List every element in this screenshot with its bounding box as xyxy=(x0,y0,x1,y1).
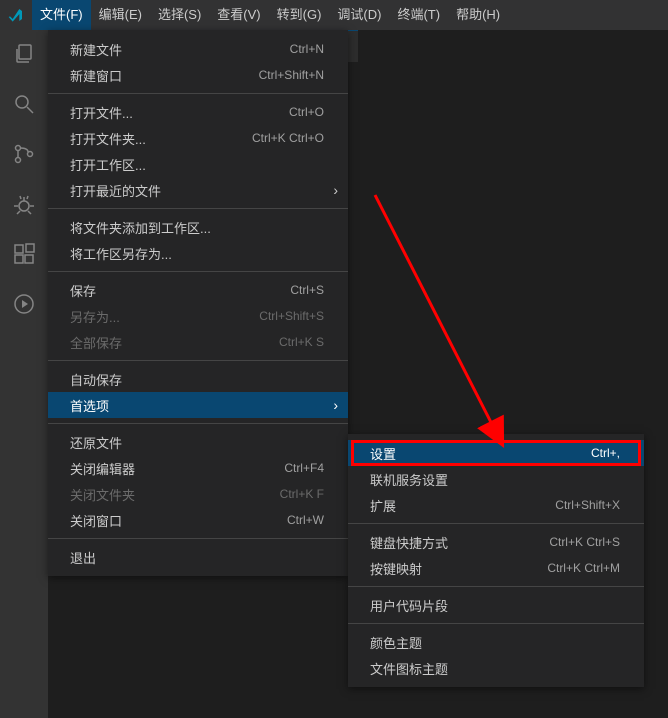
menuitem-new-file[interactable]: 新建文件 Ctrl+N xyxy=(48,36,348,62)
shortcut: Ctrl+K F xyxy=(280,487,324,501)
shortcut: Ctrl+F4 xyxy=(284,461,324,475)
menuitem-user-snippets[interactable]: 用户代码片段 xyxy=(348,592,644,618)
shortcut: Ctrl+, xyxy=(591,446,620,460)
label: 设置 xyxy=(370,444,396,463)
menuitem-new-window[interactable]: 新建窗口 Ctrl+Shift+N xyxy=(48,62,348,88)
label: 还原文件 xyxy=(70,433,122,452)
label: 新建文件 xyxy=(70,40,122,59)
menu-edit[interactable]: 编辑(E) xyxy=(91,0,150,30)
menu-terminal[interactable]: 终端(T) xyxy=(389,0,448,30)
label: 打开最近的文件 xyxy=(70,181,161,200)
menuitem-open-folder[interactable]: 打开文件夹... Ctrl+K Ctrl+O xyxy=(48,125,348,151)
menuitem-exit[interactable]: 退出 xyxy=(48,544,348,570)
label: 颜色主题 xyxy=(370,633,422,652)
label: 关闭窗口 xyxy=(70,511,122,530)
debug-icon[interactable] xyxy=(10,190,38,218)
shortcut: Ctrl+Shift+S xyxy=(259,309,324,323)
menu-file[interactable]: 文件(F) xyxy=(32,0,91,30)
extensions-icon[interactable] xyxy=(10,240,38,268)
menu-debug[interactable]: 调试(D) xyxy=(329,0,389,30)
label: 打开文件夹... xyxy=(70,129,146,148)
label: 保存 xyxy=(70,281,96,300)
menuitem-preferences[interactable]: 首选项 › xyxy=(48,392,348,418)
label: 键盘快捷方式 xyxy=(370,533,448,552)
source-control-icon[interactable] xyxy=(10,140,38,168)
separator xyxy=(48,360,348,361)
shortcut: Ctrl+K Ctrl+M xyxy=(547,561,620,575)
menuitem-save-workspace-as[interactable]: 将工作区另存为... xyxy=(48,240,348,266)
menuitem-file-icon-theme[interactable]: 文件图标主题 xyxy=(348,655,644,681)
menu-bar: 文件(F) 编辑(E) 选择(S) 查看(V) 转到(G) 调试(D) 终端(T… xyxy=(32,0,508,30)
shortcut: Ctrl+Shift+X xyxy=(555,498,620,512)
separator xyxy=(48,208,348,209)
menu-view[interactable]: 查看(V) xyxy=(209,0,268,30)
menuitem-open-recent[interactable]: 打开最近的文件 › xyxy=(48,177,348,203)
separator xyxy=(48,423,348,424)
menuitem-keymaps[interactable]: 按键映射 Ctrl+K Ctrl+M xyxy=(348,555,644,581)
title-bar: 文件(F) 编辑(E) 选择(S) 查看(V) 转到(G) 调试(D) 终端(T… xyxy=(0,0,668,30)
label: 关闭文件夹 xyxy=(70,485,135,504)
search-icon[interactable] xyxy=(10,90,38,118)
separator xyxy=(48,538,348,539)
label: 将文件夹添加到工作区... xyxy=(70,218,211,237)
activity-bar xyxy=(0,30,48,718)
label: 联机服务设置 xyxy=(370,470,448,489)
menuitem-auto-save[interactable]: 自动保存 xyxy=(48,366,348,392)
menuitem-online-services[interactable]: 联机服务设置 xyxy=(348,466,644,492)
shortcut: Ctrl+Shift+N xyxy=(259,68,324,82)
label: 全部保存 xyxy=(70,333,122,352)
menu-selection[interactable]: 选择(S) xyxy=(150,0,209,30)
menuitem-extensions[interactable]: 扩展 Ctrl+Shift+X xyxy=(348,492,644,518)
menu-go[interactable]: 转到(G) xyxy=(269,0,330,30)
menu-help[interactable]: 帮助(H) xyxy=(448,0,508,30)
menuitem-revert-file[interactable]: 还原文件 xyxy=(48,429,348,455)
file-menu-dropdown: 新建文件 Ctrl+N 新建窗口 Ctrl+Shift+N 打开文件... Ctrl+… xyxy=(48,30,348,576)
menuitem-save-all: 全部保存 Ctrl+K S xyxy=(48,329,348,355)
editor-tab-edge xyxy=(348,30,358,62)
menuitem-save[interactable]: 保存 Ctrl+S xyxy=(48,277,348,303)
label: 扩展 xyxy=(370,496,396,515)
label: 按键映射 xyxy=(370,559,422,578)
label: 首选项 xyxy=(70,396,109,415)
menuitem-close-editor[interactable]: 关闭编辑器 Ctrl+F4 xyxy=(48,455,348,481)
shortcut: Ctrl+K S xyxy=(279,335,324,349)
separator xyxy=(348,586,644,587)
separator xyxy=(348,623,644,624)
label: 新建窗口 xyxy=(70,66,122,85)
label: 打开工作区... xyxy=(70,155,146,174)
menuitem-close-window[interactable]: 关闭窗口 Ctrl+W xyxy=(48,507,348,533)
shortcut: Ctrl+S xyxy=(290,283,324,297)
label: 打开文件... xyxy=(70,103,133,122)
menuitem-keyboard-shortcuts[interactable]: 键盘快捷方式 Ctrl+K Ctrl+S xyxy=(348,529,644,555)
menuitem-add-folder-workspace[interactable]: 将文件夹添加到工作区... xyxy=(48,214,348,240)
separator xyxy=(48,93,348,94)
shortcut: Ctrl+N xyxy=(290,42,324,56)
label: 关闭编辑器 xyxy=(70,459,135,478)
explorer-icon[interactable] xyxy=(10,40,38,68)
chevron-right-icon: › xyxy=(333,182,338,198)
label: 将工作区另存为... xyxy=(70,244,172,263)
vscode-icon xyxy=(8,7,24,23)
label: 自动保存 xyxy=(70,370,122,389)
shortcut: Ctrl+K Ctrl+S xyxy=(549,535,620,549)
shortcut: Ctrl+O xyxy=(289,105,324,119)
menuitem-settings[interactable]: 设置 Ctrl+, xyxy=(348,440,644,466)
menuitem-save-as: 另存为... Ctrl+Shift+S xyxy=(48,303,348,329)
chevron-right-icon: › xyxy=(333,397,338,413)
preferences-submenu: 设置 Ctrl+, 联机服务设置 扩展 Ctrl+Shift+X 键盘快捷方式 Ctr… xyxy=(348,434,644,687)
label: 文件图标主题 xyxy=(370,659,448,678)
shortcut: Ctrl+W xyxy=(287,513,324,527)
label: 另存为... xyxy=(70,307,120,326)
separator xyxy=(48,271,348,272)
menuitem-open-workspace[interactable]: 打开工作区... xyxy=(48,151,348,177)
shortcut: Ctrl+K Ctrl+O xyxy=(252,131,324,145)
menuitem-open-file[interactable]: 打开文件... Ctrl+O xyxy=(48,99,348,125)
label: 用户代码片段 xyxy=(370,596,448,615)
menuitem-close-folder: 关闭文件夹 Ctrl+K F xyxy=(48,481,348,507)
label: 退出 xyxy=(70,548,96,567)
menuitem-color-theme[interactable]: 颜色主题 xyxy=(348,629,644,655)
separator xyxy=(348,523,644,524)
liveshare-icon[interactable] xyxy=(10,290,38,318)
